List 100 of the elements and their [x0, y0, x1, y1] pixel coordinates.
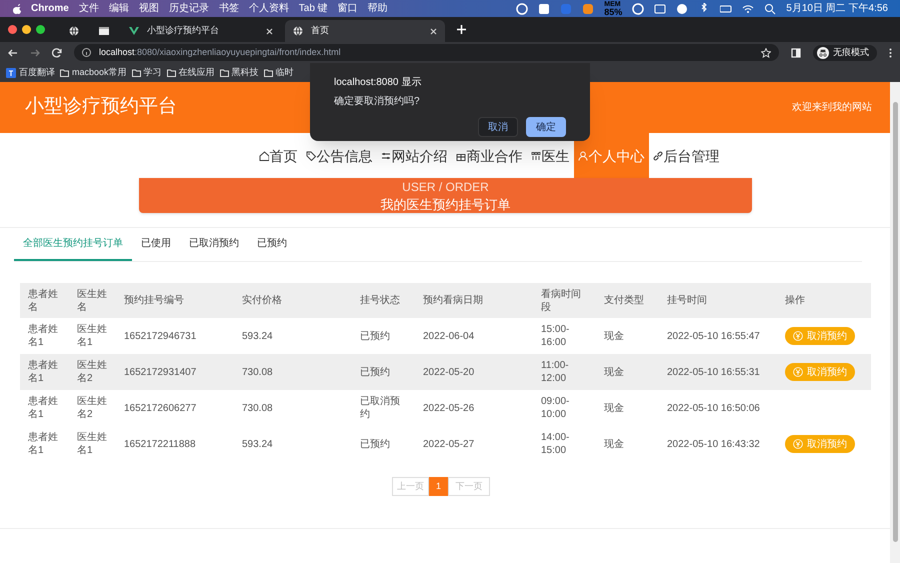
- status-icon: [654, 2, 666, 14]
- folder-icon: [220, 68, 229, 76]
- bookmark[interactable]: 在线应用: [166, 66, 215, 80]
- status-icon: [582, 2, 594, 14]
- banner-subtitle: USER / ORDER: [402, 178, 489, 196]
- site-title: 小型诊疗预约平台: [25, 95, 177, 120]
- table-cell-text: 2022-05-10 16:50:06: [666, 402, 761, 414]
- menu-item[interactable]: 书签: [218, 1, 239, 16]
- status-icon: [764, 2, 776, 14]
- status-icon: [538, 2, 550, 14]
- scrollbar[interactable]: [890, 82, 900, 563]
- status-icon: [720, 2, 732, 14]
- incognito-icon: [817, 46, 829, 58]
- link-icon: [652, 151, 662, 161]
- table-cell-text: 593.24: [241, 330, 274, 342]
- address-bar[interactable]: localhost:8080/xiaoxingzhenliaoyuyuepingtai/front/index.html: [74, 44, 779, 61]
- clock: 5月10日 周二 下午4:56: [786, 2, 888, 16]
- close-icon: [430, 28, 437, 34]
- star-icon: [761, 48, 771, 58]
- status-icon: [516, 2, 528, 14]
- column-header: 看病时间段: [540, 288, 582, 314]
- sliders-icon: [380, 151, 390, 161]
- table-cell-text: 现金: [603, 366, 625, 378]
- folder-icon: [60, 68, 69, 76]
- table-cell-text: 患者姓名1: [27, 431, 59, 457]
- incognito-button[interactable]: 无痕模式: [813, 44, 877, 60]
- column-header: 挂号时间: [666, 294, 708, 307]
- yen-icon: [793, 367, 803, 377]
- nav-link[interactable]: 公告信息: [302, 133, 376, 179]
- table-cell-text: 11:00-12:00: [540, 359, 570, 385]
- table-cell-text: 医生姓名2: [76, 359, 108, 385]
- bookmark[interactable]: macbook常用: [60, 66, 127, 80]
- gift-icon: [456, 151, 466, 161]
- table-cell-text: 现金: [603, 402, 625, 414]
- url-text: localhost:8080/xiaoxingzhenliaoyuyuepingtai/front/index.html: [99, 46, 342, 59]
- menu-item[interactable]: 编辑: [108, 1, 129, 16]
- back-icon: [8, 48, 18, 58]
- order-tab[interactable]: 已使用: [132, 228, 180, 261]
- table-cell-text: 医生姓名2: [76, 395, 108, 421]
- dialog-title: localhost:8080 显示: [334, 76, 422, 90]
- table-cell-text: 患者姓名1: [27, 395, 59, 421]
- table-cell-text: 患者姓名1: [27, 359, 59, 385]
- table-cell-text: 2022-05-26: [422, 402, 476, 414]
- close-icon: [266, 28, 273, 34]
- menu-item[interactable]: 文件: [78, 1, 99, 16]
- table-cell-text: 已预约: [359, 366, 391, 378]
- order-tab[interactable]: 全部医生预约挂号订单: [14, 228, 132, 261]
- menu-item[interactable]: 个人资料: [248, 1, 289, 16]
- table-cell-text: 593.24: [241, 438, 274, 450]
- cancel-button[interactable]: 取消: [478, 117, 518, 137]
- confirm-button[interactable]: 确定: [526, 117, 566, 137]
- menu-item[interactable]: 窗口: [338, 1, 358, 16]
- table-cell-text: 2022-05-10 16:43:32: [666, 438, 761, 450]
- column-header: 预约看病日期: [422, 294, 484, 307]
- table-cell-text: 患者姓名1: [27, 323, 59, 349]
- app-name[interactable]: Chrome: [31, 1, 69, 16]
- folder-icon: [132, 68, 141, 76]
- nav-link[interactable]: 首页: [254, 133, 302, 179]
- nav-link[interactable]: 网站介绍: [376, 133, 452, 179]
- forward-icon: [30, 48, 40, 58]
- status-icon: [632, 2, 644, 14]
- column-header: 实付价格: [241, 294, 283, 307]
- table-cell-text: 1652172931407: [123, 366, 198, 378]
- bookmark[interactable]: 临时: [264, 66, 294, 80]
- table-cell-text: 现金: [603, 438, 625, 450]
- table-cell-text: 15:00-16:00: [540, 323, 570, 349]
- table-cell-text: 已取消预约: [359, 395, 401, 421]
- status-icon: [742, 2, 754, 14]
- table-cell-text: 730.08: [241, 402, 274, 414]
- add-tab-icon: [457, 25, 466, 34]
- table-cell-text: 已预约: [359, 330, 391, 342]
- order-tab[interactable]: 已取消预约: [180, 228, 248, 261]
- folder-icon: [166, 68, 176, 76]
- table-cell-text: 已预约: [359, 438, 391, 450]
- order-tab[interactable]: 已预约: [248, 228, 296, 261]
- menu-item[interactable]: 视图: [138, 1, 159, 16]
- user-icon: [578, 151, 588, 161]
- info-icon: [82, 48, 91, 57]
- apple-icon: [12, 4, 21, 14]
- column-header: 操作: [784, 294, 806, 307]
- tag-icon: [306, 151, 316, 161]
- bookmark[interactable]: 学习: [132, 66, 162, 80]
- table-cell-text: 医生姓名1: [76, 323, 108, 349]
- menu-item[interactable]: Tab 键: [298, 1, 328, 16]
- grid-icon: [530, 151, 540, 161]
- table-cell-text: 2022-06-04: [422, 330, 476, 342]
- column-header: 支付类型: [603, 294, 645, 307]
- table-cell-text: 2022-05-27: [422, 438, 476, 450]
- reload-icon: [52, 48, 62, 58]
- bookmark[interactable]: 百度翻译: [6, 66, 55, 80]
- menu-item[interactable]: 帮助: [368, 1, 388, 16]
- browser-tab[interactable]: 首页: [285, 20, 445, 42]
- browser-tab[interactable]: 小型诊疗预约平台: [121, 20, 281, 42]
- table-cell-text: 现金: [603, 330, 625, 342]
- menu-item[interactable]: 历史记录: [168, 1, 209, 16]
- column-header: 患者姓名: [27, 288, 59, 314]
- yen-icon: [793, 439, 803, 449]
- nav-link[interactable]: 后台管理: [648, 133, 724, 179]
- folder-icon: [264, 68, 273, 76]
- bookmark[interactable]: 黑科技: [220, 66, 259, 80]
